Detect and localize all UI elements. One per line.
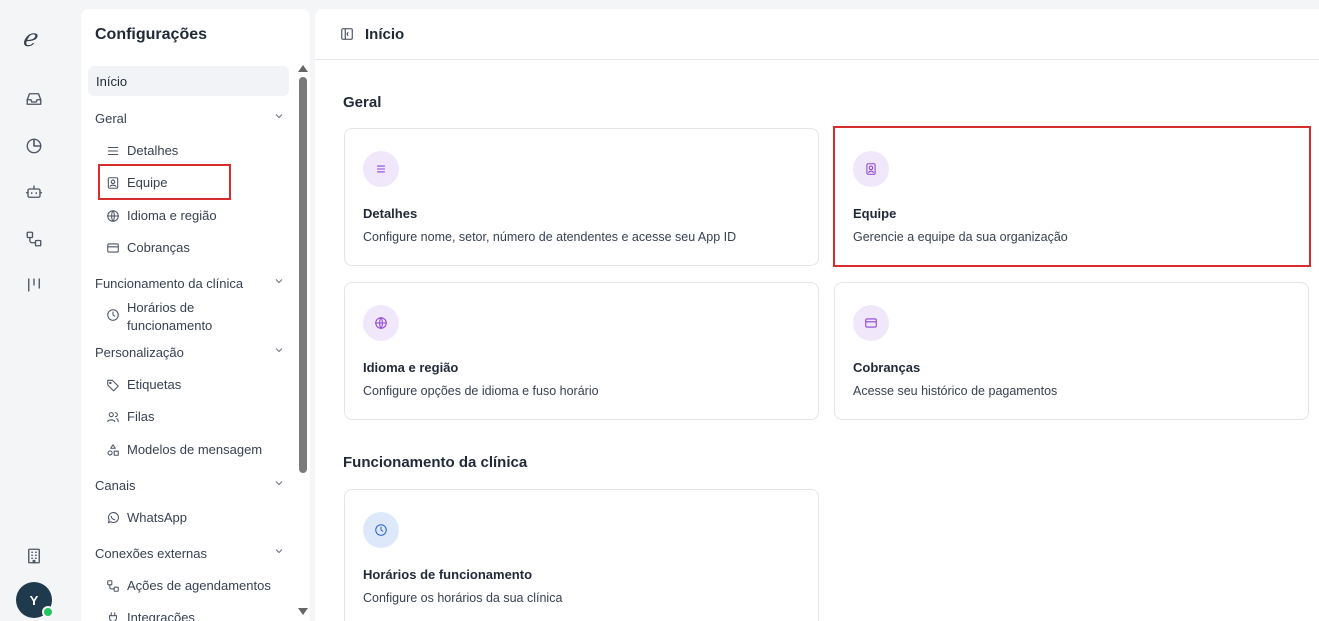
globe-icon (363, 305, 399, 341)
card-description: Gerencie a equipe da sua organização (853, 230, 1068, 244)
pie-chart-icon[interactable] (23, 135, 45, 157)
section-geral[interactable]: Geral (95, 111, 285, 126)
tag-icon (107, 379, 119, 392)
section-personalizacao[interactable]: Personalização (95, 345, 285, 360)
sidebar-item-inicio[interactable]: Início (88, 66, 289, 96)
chevron-down-icon[interactable] (273, 344, 287, 358)
card-equipe[interactable]: Equipe Gerencie a equipe da sua organiza… (833, 126, 1311, 267)
kanban-icon[interactable] (23, 274, 45, 296)
sidebar-item-modelos[interactable]: Modelos de mensagem (106, 442, 262, 459)
plug-icon (108, 612, 118, 621)
sidebar-item-detalhes[interactable]: Detalhes (106, 143, 178, 160)
credit-card-icon (853, 305, 889, 341)
sidebar-item-idioma[interactable]: Idioma e região (106, 208, 217, 225)
card-description: Configure os horários da sua clínica (363, 591, 563, 605)
sidebar-item-etiquetas[interactable]: Etiquetas (106, 377, 181, 394)
shapes-icon (107, 444, 119, 456)
workflow-icon[interactable] (23, 228, 45, 250)
card-description: Configure opções de idioma e fuso horári… (363, 384, 599, 398)
sidebar-item-integracoes[interactable]: Integrações (106, 610, 195, 621)
card-title: Equipe (853, 206, 897, 221)
sidebar-item-label: WhatsApp (127, 510, 187, 525)
card-cobrancas[interactable]: Cobranças Acesse seu histórico de pagame… (834, 282, 1309, 420)
card-idioma[interactable]: Idioma e região Configure opções de idio… (344, 282, 819, 420)
sidebar-item-label: Horários de funcionamento (127, 300, 213, 333)
card-detalhes[interactable]: Detalhes Configure nome, setor, número d… (344, 128, 819, 266)
sidebar-item-label: Detalhes (127, 143, 179, 158)
scrollbar-thumb[interactable] (299, 77, 307, 473)
list-icon (107, 146, 119, 156)
section-label: Canais (95, 478, 136, 493)
users-icon (107, 412, 119, 423)
sidebar-item-label: Filas (127, 409, 155, 424)
section-title-geral: Geral (343, 94, 382, 111)
building-icon[interactable] (23, 545, 45, 567)
sidebar-item-label: Etiquetas (127, 377, 182, 392)
contact-icon (853, 151, 889, 187)
section-canais[interactable]: Canais (95, 478, 285, 493)
scroll-down-arrow-icon[interactable] (298, 608, 308, 615)
highlight-box-sidebar-equipe (98, 164, 231, 200)
section-label: Personalização (95, 345, 184, 360)
user-avatar[interactable]: Y (16, 582, 54, 618)
breadcrumb: Início (365, 26, 405, 43)
card-title: Cobranças (853, 360, 921, 375)
card-description: Acesse seu histórico de pagamentos (853, 384, 1058, 398)
list-icon (363, 151, 399, 187)
section-conexoes[interactable]: Conexões externas (95, 546, 285, 561)
whatsapp-icon (107, 512, 119, 524)
top-bar: Início (315, 9, 1319, 60)
scroll-up-arrow-icon[interactable] (298, 65, 308, 72)
sidebar-item-label: Ações de agendamentos (127, 578, 271, 593)
sidebar-item-label: Idioma e região (127, 208, 217, 223)
app-logo[interactable]: ℯ (22, 24, 36, 52)
sidebar-item-cobrancas[interactable]: Cobranças (106, 240, 190, 257)
section-label: Funcionamento da clínica (95, 276, 244, 291)
section-label: Geral (95, 111, 127, 126)
workflow-icon (107, 580, 119, 592)
chevron-down-icon[interactable] (273, 545, 287, 559)
sidebar-item-filas[interactable]: Filas (106, 409, 154, 426)
chevron-down-icon[interactable] (273, 110, 287, 124)
credit-card-icon (107, 243, 119, 253)
card-description: Configure nome, setor, número de atenden… (363, 230, 737, 244)
card-title: Horários de funcionamento (363, 567, 533, 582)
main-panel: Início Geral Detalhes Configure nome, se… (315, 9, 1319, 621)
section-funcionamento[interactable]: Funcionamento da clínica (95, 276, 285, 291)
chevron-down-icon[interactable] (273, 477, 287, 491)
bot-icon[interactable] (23, 181, 45, 203)
chevron-down-icon[interactable] (273, 275, 287, 289)
sidebar-item-whatsapp[interactable]: WhatsApp (106, 510, 187, 527)
sidebar-item-label: Cobranças (127, 240, 190, 255)
avatar-initial: Y (29, 592, 39, 608)
clock-icon (107, 309, 119, 321)
settings-sidebar: Configurações Início Geral Detalhes Equi… (81, 9, 310, 621)
sidebar-item-label: Modelos de mensagem (127, 442, 263, 457)
sidebar-toggle-icon[interactable] (340, 27, 354, 41)
globe-icon (107, 210, 119, 222)
sidebar-title: Configurações (95, 26, 208, 43)
inbox-icon[interactable] (23, 88, 45, 110)
online-status-dot (42, 606, 54, 618)
sidebar-item-horarios[interactable]: Horários de funcionamento (106, 300, 216, 335)
sidebar-item-label: Integrações (127, 610, 195, 621)
section-label: Conexões externas (95, 546, 208, 561)
section-title-funcionamento: Funcionamento da clínica (343, 454, 528, 471)
card-title: Idioma e região (363, 360, 459, 375)
sidebar-item-acoes[interactable]: Ações de agendamentos (106, 578, 271, 595)
card-title: Detalhes (363, 206, 418, 221)
card-horarios[interactable]: Horários de funcionamento Configure os h… (344, 489, 819, 621)
app-rail: ℯ Y (0, 0, 70, 621)
clock-icon (363, 512, 399, 548)
